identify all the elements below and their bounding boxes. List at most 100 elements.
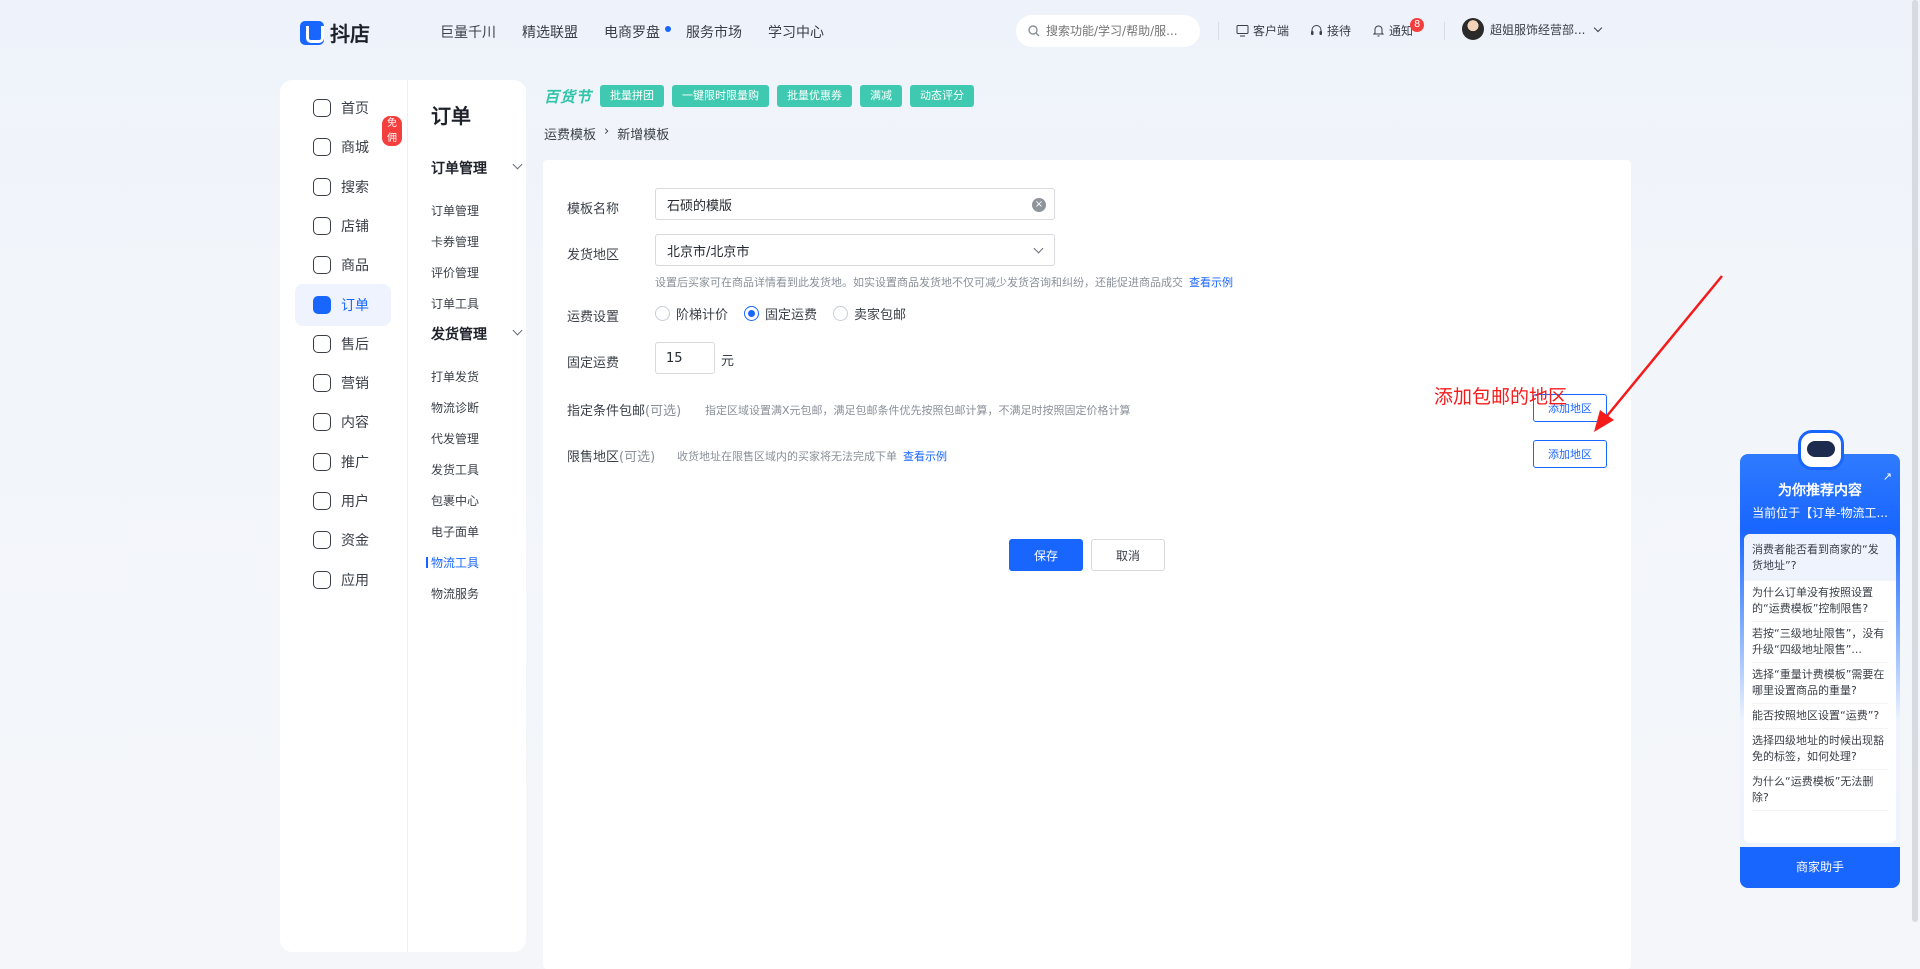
optional-label: (可选): [645, 404, 682, 419]
save-button[interactable]: 保存: [1009, 539, 1083, 571]
assistant-question[interactable]: 能否按照地区设置“运费”?: [1752, 704, 1888, 729]
breadcrumb-parent[interactable]: 运费模板: [544, 124, 596, 143]
reception-label: 接待: [1327, 24, 1352, 38]
assistant-question[interactable]: 选择“重量计费模板”需要在哪里设置商品的重量?: [1752, 663, 1888, 704]
tag-coupon[interactable]: 批量优惠券: [777, 85, 853, 107]
sub-nav-item-logistics-tools[interactable]: 物流工具: [425, 554, 479, 571]
main-nav-item[interactable]: 商品: [295, 244, 391, 286]
reception-button[interactable]: 接待: [1310, 22, 1351, 39]
monitor-icon: [1236, 25, 1249, 37]
sub-nav-item-ship-tools[interactable]: 发货工具: [431, 461, 479, 478]
fixed-fee-input[interactable]: [655, 342, 715, 374]
sub-nav-item-e-waybill[interactable]: 电子面单: [431, 523, 479, 540]
chevron-down-icon: [512, 325, 523, 336]
sub-nav-item-logistics-service[interactable]: 物流服务: [431, 585, 479, 602]
top-nav-item-compass[interactable]: 电商罗盘: [604, 22, 671, 42]
top-nav-item-learning[interactable]: 学习中心: [768, 22, 824, 42]
main-nav-item[interactable]: 推广: [295, 441, 391, 483]
after-sale-icon: [313, 334, 331, 353]
sub-nav-item-logistics-diagnosis[interactable]: 物流诊断: [431, 399, 479, 416]
sub-nav-item-proxy-ship[interactable]: 代发管理: [431, 430, 479, 447]
top-nav-item-qianchuan[interactable]: 巨量千川: [440, 22, 496, 42]
sub-nav-group-shipping[interactable]: 发货管理: [431, 324, 523, 344]
left-nav-card: 首页 商城 免佣 搜索 店铺 商品 订单 售后 营销 内容 推广 用户 资金 应用 订单 订单管理 订单管…: [280, 80, 526, 952]
main-nav-item[interactable]: 商城 免佣: [295, 116, 402, 168]
sub-nav-item-review-manage[interactable]: 评价管理: [431, 264, 479, 281]
add-restrict-region-button[interactable]: 添加地区: [1533, 440, 1607, 468]
main-nav-label: 资金: [341, 533, 369, 550]
headset-icon: [1311, 25, 1322, 35]
client-button[interactable]: 客户端: [1236, 22, 1289, 39]
notify-count-badge: 8: [1410, 18, 1425, 32]
assistant-title: 为你推荐内容: [1778, 483, 1862, 499]
sub-nav-item-coupon-manage[interactable]: 卡券管理: [431, 233, 479, 250]
main-nav-item[interactable]: 用户: [295, 480, 391, 522]
main-nav-item[interactable]: 营销: [295, 362, 391, 404]
assistant-question[interactable]: 若按“三级地址限售”，没有升级“四级地址限售”...: [1752, 622, 1888, 663]
sub-nav-item-order-manage[interactable]: 订单管理: [431, 202, 479, 219]
global-search: [1016, 15, 1200, 47]
merchant-assistant-button[interactable]: 商家助手: [1740, 847, 1900, 888]
group-label: 订单管理: [431, 161, 487, 177]
tag-dynamic-rating[interactable]: 动态评分: [910, 85, 975, 107]
radio-free-ship[interactable]: 卖家包邮: [833, 304, 906, 323]
page-scrollbar[interactable]: [1912, 0, 1918, 922]
sub-nav-group-order[interactable]: 订单管理: [431, 158, 523, 178]
main-nav-item[interactable]: 资金: [295, 519, 391, 561]
radio-label: 固定运费: [765, 308, 818, 323]
main-nav-item[interactable]: 搜索: [295, 166, 391, 208]
template-name-input[interactable]: [667, 196, 1007, 212]
main-nav-label: 商品: [341, 258, 369, 275]
top-nav-item-service-market[interactable]: 服务市场: [686, 22, 742, 42]
chevron-down-icon: [512, 159, 523, 170]
main-nav-item[interactable]: 内容: [295, 401, 391, 443]
chevron-down-icon: [1033, 243, 1044, 254]
cancel-button[interactable]: 取消: [1091, 539, 1165, 571]
free-ship-label: 指定条件包邮(可选): [567, 400, 681, 419]
sub-nav-item-package-center[interactable]: 包裹中心: [431, 492, 479, 509]
sub-nav-item-print-ship[interactable]: 打单发货: [431, 368, 479, 385]
main-nav-label: 订单: [341, 297, 369, 314]
top-nav-item-alliance[interactable]: 精选联盟: [522, 22, 578, 42]
order-icon: [313, 295, 331, 314]
main-nav-item[interactable]: 首页: [295, 87, 391, 129]
user-name: 超姐服饰经营部...: [1490, 22, 1586, 37]
tag-flash-sale[interactable]: 一键限时限量购: [672, 85, 770, 107]
main-nav-item[interactable]: 订单: [295, 283, 391, 326]
main-nav-label: 内容: [341, 415, 369, 432]
main-nav-label: 商城: [341, 140, 369, 157]
top-nav-label: 电商罗盘: [604, 25, 660, 41]
view-example-link[interactable]: 查看示例: [903, 450, 947, 463]
assistant-question[interactable]: 选择四级地址的时候出现豁免的标签，如何处理?: [1752, 729, 1888, 770]
collapse-icon[interactable]: ↗: [1883, 470, 1892, 483]
search-icon: [1028, 25, 1040, 37]
funds-icon: [313, 531, 331, 550]
client-label: 客户端: [1253, 24, 1290, 38]
main-nav-item[interactable]: 店铺: [295, 205, 391, 247]
tag-group-buy[interactable]: 批量拼团: [600, 85, 665, 107]
chevron-right-icon: ›: [604, 124, 610, 139]
fixed-fee-unit: 元: [721, 354, 735, 369]
logo[interactable]: 抖店: [300, 18, 370, 47]
assistant-question[interactable]: 为什么订单没有按照设置的“运费模板”控制限售?: [1752, 581, 1888, 622]
main-nav-label: 应用: [341, 572, 369, 589]
radio-fixed[interactable]: 固定运费: [744, 304, 817, 323]
tag-discount[interactable]: 满减: [860, 85, 903, 107]
main-nav-item[interactable]: 售后: [295, 323, 391, 365]
search-icon: [313, 177, 331, 196]
ship-region-select[interactable]: 北京市/北京市: [655, 234, 1055, 266]
main-nav-item[interactable]: 应用: [295, 559, 391, 601]
user-menu[interactable]: 超姐服饰经营部...: [1462, 18, 1603, 40]
view-example-link[interactable]: 查看示例: [1189, 276, 1233, 289]
top-nav: 巨量千川 精选联盟 电商罗盘 服务市场 学习中心: [440, 22, 824, 42]
search-input[interactable]: [1046, 24, 1186, 38]
assistant-question[interactable]: 为什么“运费模板”无法删除?: [1752, 770, 1888, 811]
notify-button[interactable]: 通知 8: [1372, 18, 1425, 39]
radio-tiered[interactable]: 阶梯计价: [655, 304, 728, 323]
clear-icon[interactable]: ×: [1032, 198, 1046, 212]
radio-label: 阶梯计价: [676, 308, 729, 323]
assistant-question[interactable]: 消费者能否看到商家的“发货地址”?: [1744, 534, 1896, 581]
divider: [1218, 22, 1219, 40]
sub-nav-item-order-tools[interactable]: 订单工具: [431, 295, 479, 312]
main-nav-label: 营销: [341, 376, 369, 393]
